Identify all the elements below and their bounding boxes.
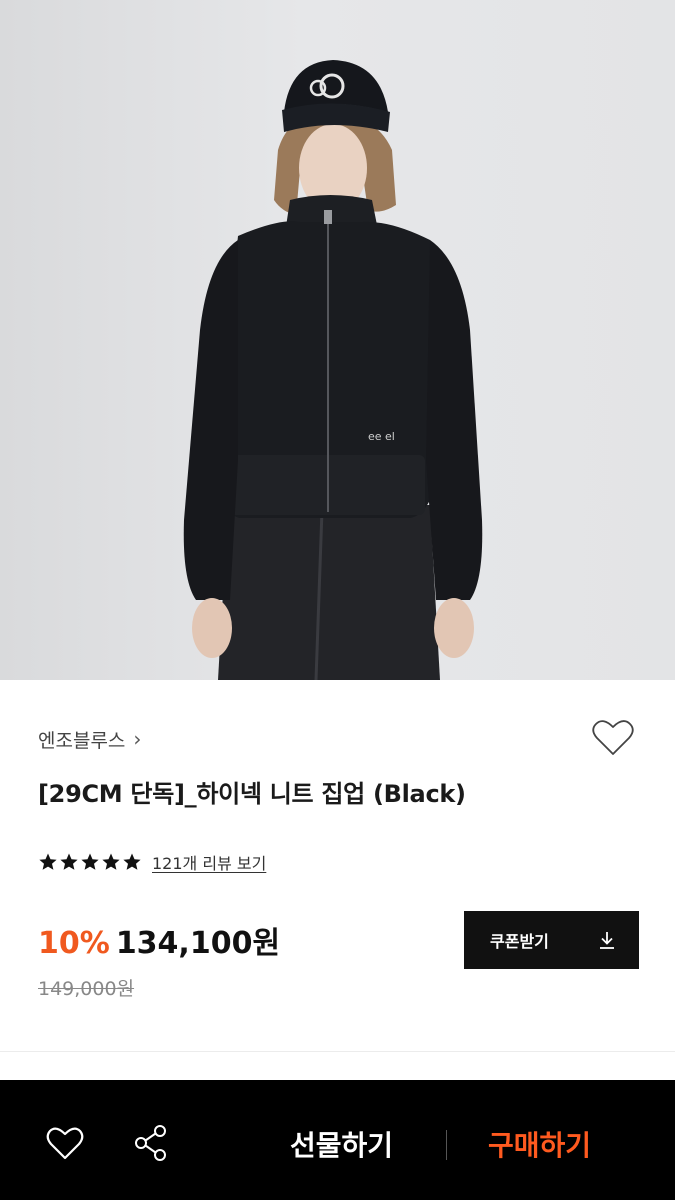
download-icon	[600, 932, 614, 949]
bottom-action-bar: 선물하기 구매하기	[0, 1080, 675, 1200]
svg-text:ee el: ee el	[368, 430, 395, 443]
rating-row: 121개 리뷰 보기	[38, 848, 266, 876]
sale-price: 134,100원	[115, 926, 281, 961]
heart-icon	[46, 1127, 84, 1160]
coupon-label: 쿠폰받기	[490, 932, 549, 951]
share-button[interactable]	[130, 1122, 172, 1164]
brand-name: 엔조블루스	[38, 729, 126, 752]
coupon-button[interactable]: 쿠폰받기	[464, 911, 639, 969]
product-image[interactable]: ee el	[0, 0, 675, 680]
bar-separator	[446, 1130, 447, 1160]
star-icon	[123, 853, 141, 870]
star-icon	[81, 853, 99, 870]
bottom-wishlist-button[interactable]	[44, 1122, 86, 1164]
review-link[interactable]: 121개 리뷰 보기	[152, 850, 266, 874]
brand-link[interactable]: 엔조블루스 ›	[38, 724, 141, 754]
chevron-right-icon: ›	[133, 727, 142, 751]
rating-stars	[38, 852, 142, 872]
star-icon	[39, 853, 57, 870]
original-price: 149,000원	[38, 978, 135, 1000]
star-icon	[60, 853, 78, 870]
discount-rate: 10%	[38, 926, 110, 961]
section-divider	[0, 1051, 675, 1052]
share-icon	[135, 1125, 166, 1161]
product-page: ee el 엔조블루스 › [29CM 단독]_하이넥 니트 집업 (Black…	[0, 0, 675, 1200]
star-icon	[102, 853, 120, 870]
price-row: 10% 134,100원	[38, 918, 280, 962]
wishlist-button[interactable]	[590, 716, 636, 760]
gift-button[interactable]: 선물하기	[290, 1124, 393, 1164]
heart-outline-icon	[592, 720, 634, 755]
product-title: [29CM 단독]_하이넥 니트 집업 (Black)	[38, 780, 466, 808]
buy-button[interactable]: 구매하기	[488, 1124, 591, 1164]
product-photo-illustration: ee el	[183, 60, 483, 680]
